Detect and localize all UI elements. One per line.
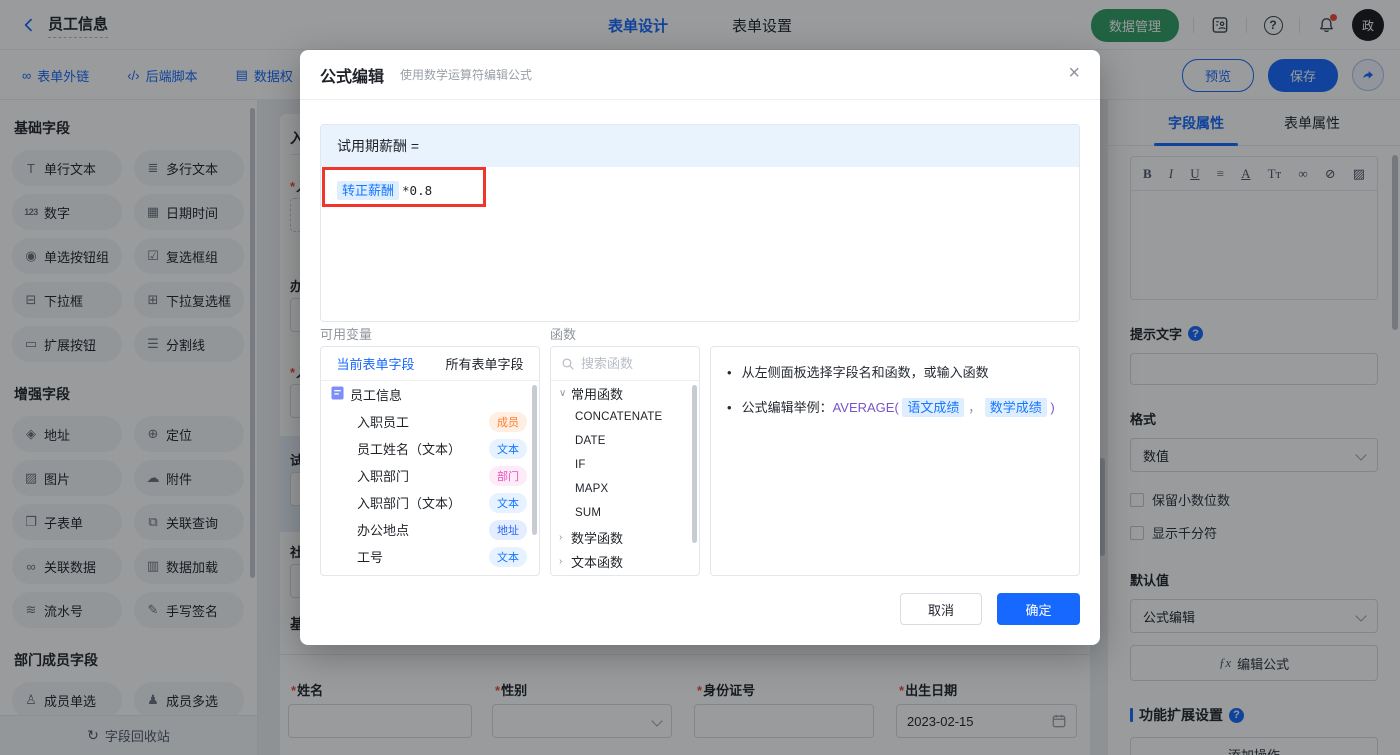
variables-scrollbar[interactable] (532, 385, 537, 535)
help-function-open: AVERAGE( (832, 400, 899, 415)
function-group-常用函数[interactable]: ∨ 常用函数 (551, 381, 699, 405)
functions-section-label: 函数 (550, 327, 577, 342)
help-line-1: 从左侧面板选择字段名和函数，或输入函数 (741, 365, 989, 380)
variables-tab-当前表单字段[interactable]: 当前表单字段 (321, 347, 430, 380)
functions-panel: ∨ 常用函数 CONCATENATEDATEIFMAPXSUM › 数学函数 › 文本函数 (550, 346, 700, 576)
search-icon (562, 357, 574, 370)
formula-target: 试用期薪酬 = (321, 125, 1079, 167)
variable-name: 办公地点 (357, 523, 410, 538)
variable-name: 员工姓名（文本） (357, 442, 462, 457)
variable-name: 入职部门（文本） (357, 496, 462, 511)
help-function-close: ) (1050, 400, 1055, 415)
help-separator: ， (968, 400, 982, 415)
variable-item[interactable]: 员工姓名（文本） 文本 (321, 435, 539, 462)
function-IF[interactable]: IF (551, 453, 699, 477)
variable-name: 工号 (357, 550, 384, 565)
variable-item[interactable]: 工号 文本 (321, 543, 539, 570)
function-MAPX[interactable]: MAPX (551, 477, 699, 501)
example-token-1: 语文成绩 (902, 398, 965, 417)
dialog-title: 公式编辑 (320, 68, 385, 86)
functions-list: ∨ 常用函数 CONCATENATE DATE IF MAPX SUM › 数学函数 › 文本函数 (551, 381, 699, 573)
bullet-icon: • (727, 400, 732, 415)
field-type-badge: 成员 (489, 411, 527, 432)
variables-tabs: 当前表单字段 所有表单字段 (321, 347, 539, 381)
field-type-badge: 文本 (489, 546, 527, 567)
bullet-icon: • (727, 365, 732, 380)
example-token-2: 数学成绩 (984, 398, 1047, 417)
chevron-right-icon: › (559, 555, 563, 567)
variable-item[interactable]: 入职员工 成员 (321, 408, 539, 435)
variables-root[interactable]: 员工信息 (321, 381, 539, 408)
dialog-subtitle: 使用数学运算符编辑公式 (400, 68, 533, 82)
variable-name: 入职部门 (357, 469, 410, 484)
variable-root-name: 员工信息 (350, 388, 403, 403)
help-example-prefix: 公式编辑举例： (741, 400, 833, 415)
function-group-label: 常用函数 (571, 386, 624, 402)
function-SUM[interactable]: SUM (551, 501, 699, 525)
variables-panel: 当前表单字段 所有表单字段 员工信息 入职员工 成员 员工姓名（文本） 文本 入职部门 部门入… (320, 346, 540, 576)
variable-item[interactable]: 入职部门（文本） 文本 (321, 489, 539, 516)
function-CONCATENATE[interactable]: CONCATENATE (551, 405, 699, 429)
function-group-文本函数[interactable]: › 文本函数 (551, 549, 699, 573)
variables-section-label: 可用变量 (320, 327, 373, 342)
variable-item[interactable]: 办公地点 地址 (321, 516, 539, 543)
variables-list: 员工信息 入职员工 成员 员工姓名（文本） 文本 入职部门 部门 入职部门（文本） 文本 办公地点… (321, 381, 539, 570)
function-group-label: 数学函数 (571, 530, 624, 546)
function-search-input[interactable] (581, 356, 671, 371)
help-line-2: 公式编辑举例：AVERAGE( 语文成绩 ， 数学成绩 ) (742, 398, 1055, 417)
field-type-badge: 部门 (489, 465, 527, 486)
document-icon (331, 386, 344, 403)
chevron-right-icon: › (559, 531, 563, 543)
field-type-badge: 文本 (489, 492, 527, 513)
formula-help-panel: • 从左侧面板选择字段名和函数，或输入函数 • 公式编辑举例：AVERAGE( … (710, 346, 1080, 576)
field-token[interactable]: 转正薪酬 (337, 181, 400, 200)
variables-tab-所有表单字段[interactable]: 所有表单字段 (430, 347, 539, 380)
function-DATE[interactable]: DATE (551, 429, 699, 453)
function-search (551, 347, 699, 381)
formula-expression: *0.8 (402, 183, 433, 198)
variable-item[interactable]: 入职部门 部门 (321, 462, 539, 489)
cancel-button[interactable]: 取消 (900, 593, 982, 625)
variable-name: 入职员工 (357, 415, 410, 430)
function-group-label: 文本函数 (571, 554, 624, 570)
field-type-badge: 文本 (489, 438, 527, 459)
close-icon[interactable]: × (1068, 63, 1080, 83)
formula-editor[interactable]: 试用期薪酬 = 转正薪酬 *0.8 (320, 124, 1080, 322)
chevron-down-icon: ∨ (559, 387, 567, 399)
formula-edit-dialog: 公式编辑 使用数学运算符编辑公式 × 试用期薪酬 = 转正薪酬 *0.8 可用变量… (300, 50, 1100, 645)
functions-scrollbar[interactable] (692, 385, 697, 543)
confirm-button[interactable]: 确定 (997, 593, 1080, 625)
function-group-数学函数[interactable]: › 数学函数 (551, 525, 699, 549)
field-type-badge: 地址 (489, 519, 527, 540)
